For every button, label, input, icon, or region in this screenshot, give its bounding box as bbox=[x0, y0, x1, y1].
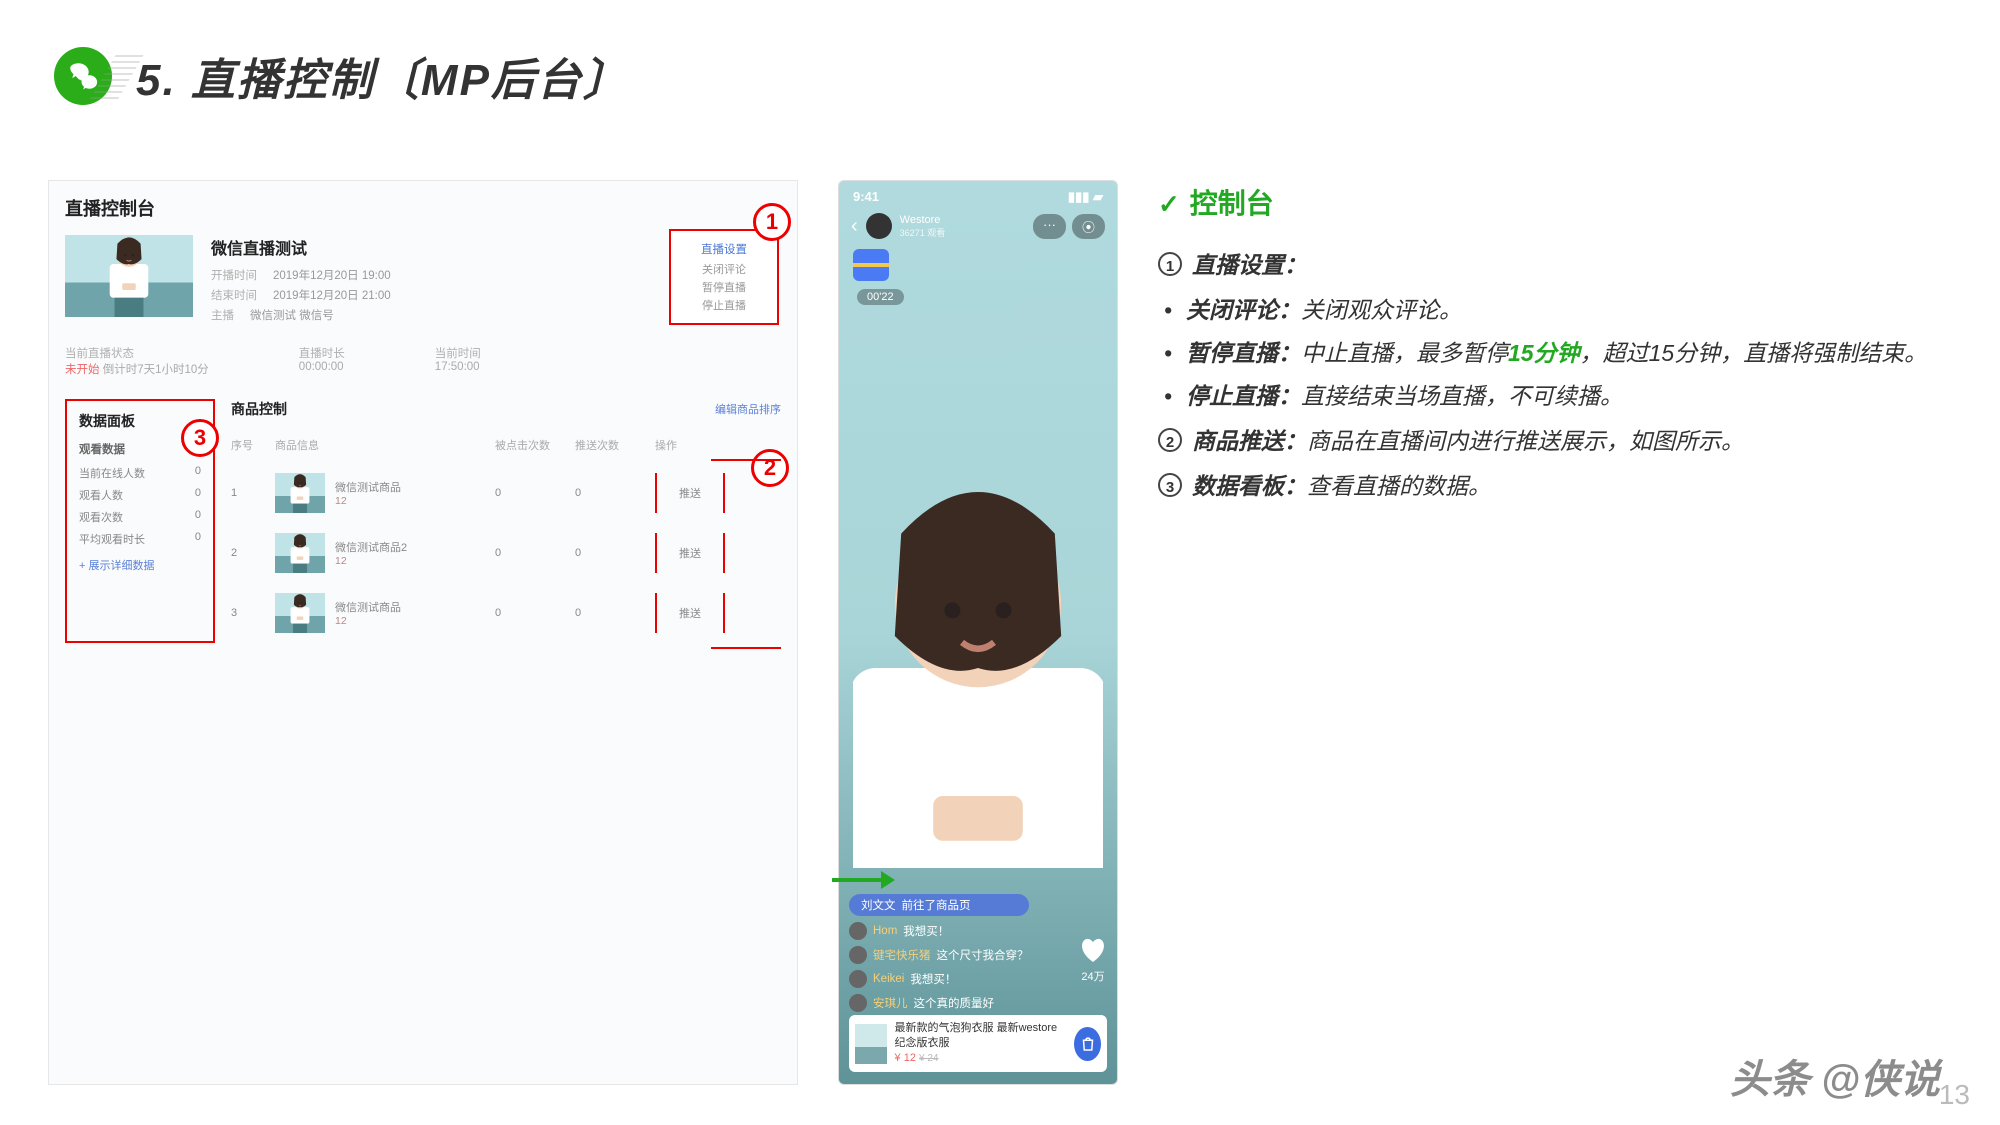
live-cover-thumb bbox=[65, 235, 193, 317]
more-button[interactable]: ··· bbox=[1033, 214, 1066, 239]
edit-goods-order-link[interactable]: 编辑商品排序 bbox=[715, 401, 781, 417]
wechat-mp-logo bbox=[54, 47, 112, 105]
annotation-badge-3: 3 bbox=[181, 419, 219, 457]
status-bar: 9:41 ▮▮▮ ▰ bbox=[839, 181, 1117, 209]
live-settings-menu[interactable]: 直播设置 关闭评论 暂停直播 停止直播 bbox=[669, 229, 779, 325]
action-banner: 刘文文前往了商品页 bbox=[849, 894, 1029, 916]
setting-stop-live[interactable]: 停止直播 bbox=[681, 297, 767, 313]
page-number: 13 bbox=[1939, 1079, 1970, 1111]
settings-header: 直播设置 bbox=[681, 241, 767, 257]
annotation-badge-1: 1 bbox=[753, 203, 791, 241]
goods-row: 1 微信测试商品12 00 推送 bbox=[231, 463, 781, 523]
comment-stream: 刘文文前往了商品页 Hom我想买！ 键宅快乐猪这个尺寸我合穿？ Keikei我想… bbox=[849, 894, 1029, 1012]
explanation-notes: ✓控制台 1直播设置： 关闭评论：关闭观众评论。 暂停直播：中止直播，最多暂停1… bbox=[1158, 180, 1952, 1085]
push-button[interactable]: 推送 bbox=[655, 533, 725, 573]
store-avatar[interactable] bbox=[866, 213, 892, 239]
close-button[interactable]: ⦿ bbox=[1072, 214, 1105, 239]
signal-wifi-battery-icon: ▮▮▮ ▰ bbox=[1068, 189, 1103, 205]
product-thumb bbox=[855, 1024, 887, 1064]
console-title: 直播控制台 bbox=[65, 195, 781, 221]
slide-title: 5. 直播控制〔MP后台〕 bbox=[136, 44, 629, 108]
push-button[interactable]: 推送 bbox=[655, 473, 725, 513]
gift-icon[interactable] bbox=[853, 249, 889, 281]
show-detail-link[interactable]: + 展示详细数据 bbox=[79, 557, 201, 573]
push-button[interactable]: 推送 bbox=[655, 593, 725, 633]
goods-row: 2 微信测试商品212 00 推送 bbox=[231, 523, 781, 583]
back-icon[interactable]: ‹ bbox=[851, 215, 858, 238]
annotation-arrow bbox=[832, 878, 892, 882]
setting-close-comments[interactable]: 关闭评论 bbox=[681, 261, 767, 277]
setting-pause-live[interactable]: 暂停直播 bbox=[681, 279, 767, 295]
check-icon: ✓ bbox=[1158, 182, 1180, 226]
like-icon[interactable] bbox=[1079, 936, 1107, 964]
pushed-product-card[interactable]: 最新款的气泡狗衣服 最新westore纪念版衣服 ¥ 12 ¥ 24 bbox=[849, 1015, 1107, 1072]
live-title: 微信直播测试 bbox=[211, 235, 391, 259]
goods-control: 商品控制 编辑商品排序 序号 商品信息 被点击次数 推送次数 操作 1 微信测试… bbox=[231, 399, 781, 643]
live-console-panel: 直播控制台 微信直播测试 开播时间2019年12月20日 19:00 结束时间2… bbox=[48, 180, 798, 1085]
phone-preview: 9:41 ▮▮▮ ▰ ‹ Westore36271 观看 ··· ⦿ 00'22… bbox=[838, 180, 1118, 1085]
watermark: 头条 @侠说 bbox=[1730, 1047, 1940, 1105]
goods-row: 3 微信测试商品12 00 推送 bbox=[231, 583, 781, 643]
live-timer: 00'22 bbox=[857, 289, 904, 305]
shopping-bag-icon[interactable] bbox=[1074, 1027, 1101, 1061]
